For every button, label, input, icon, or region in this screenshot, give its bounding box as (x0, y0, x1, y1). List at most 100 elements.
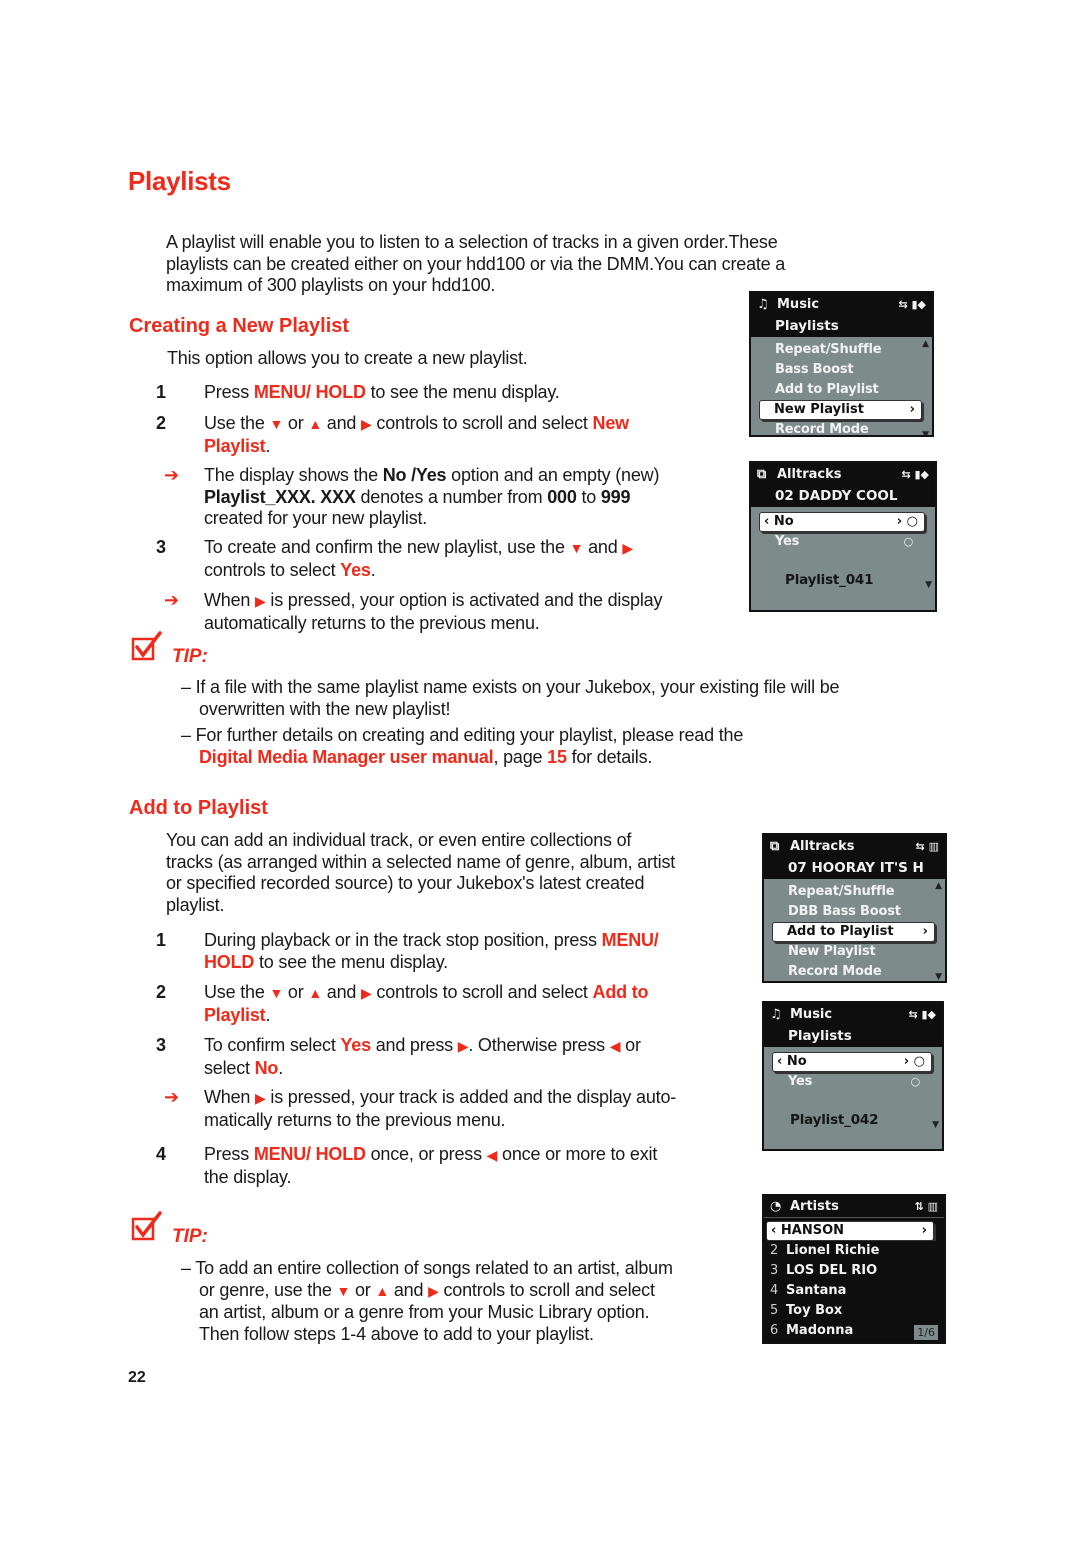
menu-item[interactable]: Record Mode (751, 420, 932, 435)
menu-item[interactable]: Add to Playlist (751, 380, 932, 400)
creating-intro: This option allows you to create a new p… (167, 348, 528, 368)
chevron-right-icon: › (921, 1223, 927, 1238)
menu-item-selected[interactable]: Add to Playlist › (772, 922, 935, 942)
radio-icon: › ○ (903, 1054, 925, 1069)
left-arrow-icon: ◀ (609, 1038, 621, 1054)
screen-header: ◔ Artists ⇅ ▥ (764, 1196, 944, 1218)
checkmark-tip-icon (131, 631, 162, 661)
step-number: 1 (156, 382, 167, 402)
arrow-icon: ➔ (164, 1087, 180, 1107)
add-step-1: During playback or in the track stop pos… (204, 930, 659, 972)
repeat-power-status-icon: ⇆ ▮◆ (898, 297, 926, 311)
screen-subheader: 07 HOORAY IT'S H (764, 857, 945, 879)
artist-row[interactable]: 2 Lionel Richie (764, 1241, 944, 1261)
repeat-battery-status-icon: ⇆ ▥ (915, 839, 939, 853)
device-screen-add-confirm: ♫ Music ⇆ ▮◆ Playlists ‹ No › ○ Yes ○ Play… (762, 1001, 944, 1151)
music-note-icon: ♫ (770, 1006, 782, 1022)
artist-row[interactable]: 4 Santana (764, 1281, 944, 1301)
option-yes[interactable]: Yes ○ (764, 1072, 942, 1092)
radio-icon: ○ (903, 535, 914, 548)
arrow-icon: ➔ (164, 465, 180, 485)
intro-line: playlists can be created either on your … (166, 253, 786, 274)
option-no[interactable]: ‹ No › ○ (772, 1052, 932, 1072)
step-number: 1 (156, 930, 167, 950)
down-arrow-icon: ▼ (336, 1282, 351, 1299)
menu-item[interactable]: DBB Bass Boost (764, 902, 945, 922)
chevron-right-icon: › (909, 402, 915, 417)
menu-item[interactable]: New Playlist (764, 942, 945, 962)
down-arrow-icon: ▼ (569, 540, 584, 556)
menu-item[interactable]: Bass Boost (751, 360, 932, 380)
right-arrow-icon: ▶ (457, 1038, 469, 1054)
radio-icon: ○ (910, 1075, 921, 1088)
scroll-down-icon: ▼ (925, 580, 932, 590)
chevron-right-icon: › (922, 924, 928, 939)
left-arrow-icon: ◀ (486, 1147, 498, 1163)
artist-icon: ◔ (770, 1199, 782, 1214)
option-yes[interactable]: Yes ○ (751, 532, 935, 552)
add-step-3: To confirm select Yes and press ▶. Other… (204, 1035, 641, 1078)
step-number: 3 (156, 1035, 167, 1055)
arrow-icon: ➔ (164, 590, 180, 610)
creating-step-3: To create and confirm the new playlist, … (204, 537, 633, 580)
creating-step-2: Use the ▼ or ▲ and ▶ controls to scroll … (204, 413, 629, 456)
playlist-name: Playlist_041 (785, 572, 874, 588)
right-arrow-icon: ▶ (255, 593, 266, 609)
down-arrow-icon: ▼ (269, 416, 284, 432)
music-note-icon: ♫ (757, 296, 769, 312)
screen-subheader: 02 DADDY COOL (751, 485, 935, 507)
screen-subheader: Playlists (751, 315, 932, 337)
scroll-down-icon: ▼ (935, 972, 942, 982)
tip-label: TIP: (172, 646, 208, 667)
menu-item[interactable]: Repeat/Shuffle (751, 340, 932, 360)
menu-item[interactable]: Repeat/Shuffle (764, 882, 945, 902)
tip-label: TIP: (172, 1226, 208, 1247)
tip-item: – For further details on creating and ed… (181, 725, 744, 767)
option-no[interactable]: ‹ No › ○ (759, 512, 925, 532)
artist-row[interactable]: 3 LOS DEL RIO (764, 1261, 944, 1281)
add-step-2: Use the ▼ or ▲ and ▶ controls to scroll … (204, 982, 649, 1025)
menu-item[interactable]: Record Mode (764, 962, 945, 981)
screen-header: ⧉ Alltracks ⇆ ▥ (764, 835, 945, 857)
page-number: 22 (128, 1369, 146, 1386)
screen-subheader: Playlists (764, 1025, 942, 1047)
down-arrow-icon: ▼ (269, 985, 284, 1001)
scroll-down-icon: ▼ (922, 430, 929, 437)
add-step-4: Press MENU/ HOLD once, or press ◀ once o… (204, 1144, 658, 1187)
shuffle-battery-status-icon: ⇅ ▥ (914, 1200, 938, 1213)
up-arrow-icon: ▲ (308, 416, 322, 432)
screen-header: ♫ Music ⇆ ▮◆ (751, 293, 932, 315)
creating-step-1: Press MENU/ HOLD to see the menu display… (204, 382, 560, 402)
dmm-manual-link[interactable]: Digital Media Manager user manual (199, 747, 494, 767)
up-arrow-icon: ▲ (375, 1282, 390, 1299)
checkmark-tip-icon (131, 1211, 162, 1241)
scroll-down-icon: ▼ (932, 1120, 939, 1130)
device-screen-artists: ◔ Artists ⇅ ▥ ‹ HANSON › 2 Lionel Richie 3… (762, 1194, 946, 1344)
right-arrow-icon: ▶ (255, 1090, 266, 1106)
page-title: Playlists (128, 166, 231, 196)
tip-item: – If a file with the same playlist name … (181, 677, 840, 719)
device-screen-music-menu: ♫ Music ⇆ ▮◆ Playlists ▲ Repeat/Shuffle … (749, 291, 934, 437)
step-number: 2 (156, 982, 167, 1002)
intro-line: A playlist will enable you to listen to … (166, 232, 778, 252)
add-note: When ▶ is pressed, your track is added a… (204, 1087, 677, 1130)
tracks-icon: ⧉ (770, 838, 780, 854)
artist-selected[interactable]: ‹ HANSON › (766, 1221, 934, 1241)
radio-icon: › ○ (896, 514, 918, 529)
tip-item: – To add an entire collection of songs r… (181, 1258, 673, 1344)
add-intro: You can add an individual track, or even… (166, 830, 676, 915)
right-arrow-icon: ▶ (361, 985, 372, 1001)
device-screen-add-menu: ⧉ Alltracks ⇆ ▥ 07 HOORAY IT'S H ▲ Repea… (762, 833, 947, 983)
repeat-power-status-icon: ⇆ ▮◆ (901, 467, 929, 481)
tracks-icon: ⧉ (757, 466, 767, 482)
repeat-power-status-icon: ⇆ ▮◆ (908, 1007, 936, 1021)
right-arrow-icon: ▶ (428, 1282, 439, 1299)
intro-line: maximum of 300 playlists on your hdd100. (166, 275, 496, 295)
section-heading-add: Add to Playlist (129, 797, 268, 819)
key-menu-hold: MENU/ HOLD (253, 382, 366, 402)
playlist-name: Playlist_042 (790, 1112, 879, 1128)
artist-row[interactable]: 5 Toy Box (764, 1301, 944, 1321)
scroll-up-icon: ▲ (922, 339, 929, 349)
section-heading-creating: Creating a New Playlist (129, 315, 350, 337)
menu-item-selected[interactable]: New Playlist › (759, 400, 922, 420)
